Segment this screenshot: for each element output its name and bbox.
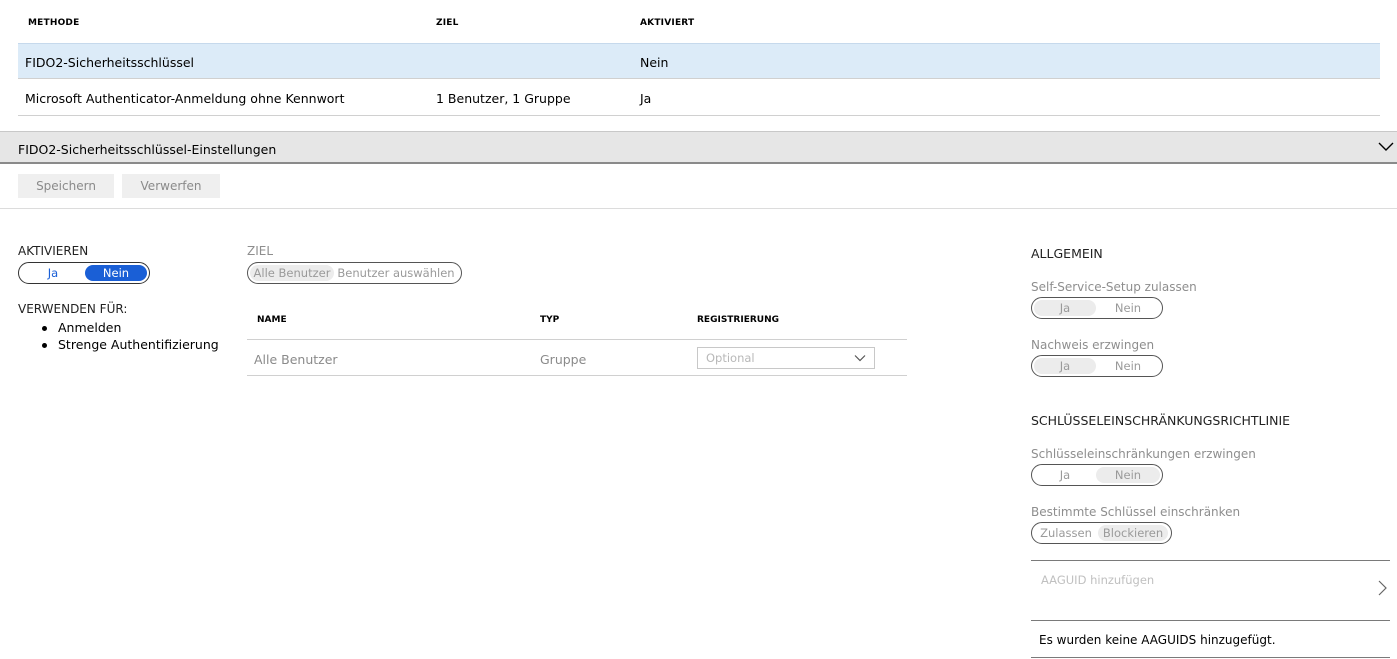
restrict-block-option[interactable]: Blockieren xyxy=(1098,525,1168,541)
target-label: ZIEL xyxy=(247,244,274,258)
enforce-yes-option[interactable]: Ja xyxy=(1034,467,1096,483)
aaguid-empty-row: Es wurden keine AAGUIDS hinzugefügt. xyxy=(1031,621,1390,658)
restrict-keys-toggle[interactable]: Zulassen Blockieren xyxy=(1031,522,1172,544)
attestation-yes-option[interactable]: Ja xyxy=(1034,358,1096,374)
attestation-no-option[interactable]: Nein xyxy=(1096,358,1160,374)
target-name: Alle Benutzer xyxy=(254,352,338,367)
method-name: Microsoft Authenticator-Anmeldung ohne K… xyxy=(25,91,345,106)
restrict-keys-label: Bestimmte Schlüssel einschränken xyxy=(1031,505,1241,519)
enforce-no-option[interactable]: Nein xyxy=(1096,467,1160,483)
target-all-users-option[interactable]: Alle Benutzer xyxy=(250,265,334,281)
settings-section-header[interactable]: FIDO2-Sicherheitsschlüssel-Einstellungen xyxy=(0,131,1397,164)
target-type: Gruppe xyxy=(540,352,587,367)
attestation-toggle[interactable]: Ja Nein xyxy=(1031,355,1163,377)
activate-label: AKTIVIEREN xyxy=(18,244,89,258)
activate-toggle[interactable]: Ja Nein xyxy=(18,262,150,284)
self-service-no-option[interactable]: Nein xyxy=(1096,300,1160,316)
general-heading: ALLGEMEIN xyxy=(1031,246,1103,261)
self-service-toggle[interactable]: Ja Nein xyxy=(1031,297,1163,319)
key-policy-heading: SCHLÜSSELEINSCHRÄNKUNGSRICHTLINIE xyxy=(1031,413,1291,428)
add-aaguid-placeholder: AAGUID hinzufügen xyxy=(1041,573,1155,587)
activate-yes-option[interactable]: Ja xyxy=(21,265,85,281)
use-for-label: VERWENDEN FÜR: xyxy=(18,302,128,316)
add-aaguid-row[interactable]: AAGUID hinzufügen xyxy=(1031,560,1390,621)
column-header-name: NAME xyxy=(257,315,287,325)
activate-no-option[interactable]: Nein xyxy=(85,265,147,281)
table-row: Alle Benutzer Gruppe Optional xyxy=(247,339,907,376)
registration-value: Optional xyxy=(706,351,755,365)
self-service-yes-option[interactable]: Ja xyxy=(1034,300,1096,316)
self-service-label: Self-Service-Setup zulassen xyxy=(1031,280,1197,294)
target-toggle[interactable]: Alle Benutzer Benutzer auswählen xyxy=(247,262,462,284)
column-header-method: METHODE xyxy=(28,18,80,28)
settings-section-title: FIDO2-Sicherheitsschlüssel-Einstellungen xyxy=(18,142,277,157)
enforce-restrictions-label: Schlüsseleinschränkungen erzwingen xyxy=(1031,447,1256,461)
chevron-right-icon[interactable] xyxy=(1376,579,1388,597)
column-header-registration: REGISTRIERUNG xyxy=(697,315,780,325)
method-name: FIDO2-Sicherheitsschlüssel xyxy=(25,55,195,70)
use-for-list: Anmelden Strenge Authentifizierung xyxy=(40,320,219,354)
method-target: 1 Benutzer, 1 Gruppe xyxy=(436,91,571,106)
method-enabled: Ja xyxy=(640,91,652,106)
aaguid-empty-message: Es wurden keine AAGUIDS hinzugefügt. xyxy=(1039,633,1276,647)
enforce-restrictions-toggle[interactable]: Ja Nein xyxy=(1031,464,1163,486)
registration-dropdown[interactable]: Optional xyxy=(697,347,875,369)
table-row-authenticator[interactable]: Microsoft Authenticator-Anmeldung ohne K… xyxy=(18,80,1380,116)
column-header-type: TYP xyxy=(540,315,560,325)
toolbar-divider xyxy=(0,208,1397,209)
save-button[interactable]: Speichern xyxy=(18,174,114,198)
attestation-label: Nachweis erzwingen xyxy=(1031,338,1155,352)
table-row-fido2[interactable]: FIDO2-Sicherheitsschlüssel Nein xyxy=(18,43,1380,79)
chevron-down-icon[interactable] xyxy=(1377,139,1395,155)
column-header-enabled: AKTIVIERT xyxy=(640,18,695,28)
restrict-allow-option[interactable]: Zulassen xyxy=(1034,525,1098,541)
list-item: Strenge Authentifizierung xyxy=(40,337,219,354)
target-select-users-option[interactable]: Benutzer auswählen xyxy=(334,265,458,281)
chevron-down-icon xyxy=(854,355,866,362)
discard-button[interactable]: Verwerfen xyxy=(122,174,220,198)
method-enabled: Nein xyxy=(640,55,669,70)
list-item: Anmelden xyxy=(40,320,219,337)
column-header-target: ZIEL xyxy=(436,18,459,28)
